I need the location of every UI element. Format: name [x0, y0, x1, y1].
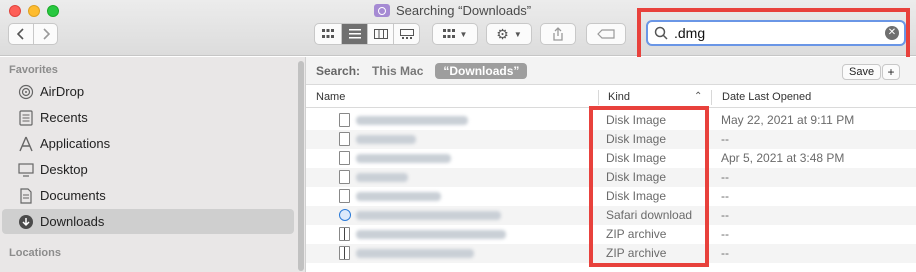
date-cell: -- [721, 227, 729, 241]
group-by-button[interactable]: ▼ [432, 23, 478, 45]
sidebar-item-label: Downloads [40, 214, 105, 229]
tag-icon [597, 29, 615, 39]
sidebar-item-downloads[interactable]: Downloads [2, 209, 294, 234]
date-cell: Apr 5, 2021 at 3:48 PM [721, 151, 845, 165]
sidebar-scrollbar[interactable] [298, 61, 304, 271]
blurred-filename [356, 230, 506, 239]
chevron-down-icon: ▼ [513, 29, 522, 39]
grid-icon [442, 29, 455, 38]
sidebar: Favorites AirDrop Recents Applications D… [0, 57, 306, 272]
downloads-icon [18, 214, 34, 230]
safari-download-icon [339, 209, 351, 221]
gallery-icon [399, 29, 414, 39]
scope-label: Search: [316, 63, 361, 78]
back-button[interactable] [9, 24, 33, 44]
list-icon [348, 29, 361, 39]
sidebar-item-label: Recents [40, 110, 88, 125]
gallery-view-button[interactable] [393, 24, 419, 44]
disk-image-icon [339, 151, 350, 165]
blurred-filename [356, 173, 408, 182]
favorites-header: Favorites [9, 64, 58, 76]
blurred-filename [356, 192, 441, 201]
recents-icon [18, 109, 34, 126]
column-header-row: Name Kind ⌃ Date Last Opened [306, 87, 916, 108]
blurred-filename [356, 116, 468, 125]
search-scope-bar: Search: This Mac “Downloads” [306, 57, 916, 85]
date-cell: -- [721, 189, 729, 203]
date-cell: May 22, 2021 at 9:11 PM [721, 113, 855, 127]
zip-archive-icon [339, 246, 350, 260]
list-view-button[interactable] [341, 24, 367, 44]
grid-icon [322, 29, 334, 38]
date-cell: -- [721, 246, 729, 260]
chevron-right-icon [42, 28, 50, 40]
sidebar-item-label: Documents [40, 188, 106, 203]
window-title-text: Searching “Downloads” [396, 3, 532, 18]
add-criteria-button[interactable]: + [882, 64, 900, 80]
column-view-button[interactable] [367, 24, 393, 44]
disk-image-icon [339, 189, 350, 203]
disk-image-icon [339, 132, 350, 146]
column-date-last-opened[interactable]: Date Last Opened [722, 91, 811, 103]
zip-archive-icon [339, 227, 350, 241]
date-cell: -- [721, 208, 729, 222]
applications-icon [18, 136, 34, 152]
sidebar-item-label: AirDrop [40, 84, 85, 99]
blurred-filename [356, 154, 451, 163]
blurred-filename [356, 135, 416, 144]
airdrop-icon [18, 84, 34, 100]
sidebar-item-recents[interactable]: Recents [2, 105, 294, 130]
locations-header: Locations [9, 247, 61, 259]
blurred-filename [356, 211, 501, 220]
kind-column-highlight-box [589, 106, 709, 267]
column-kind[interactable]: Kind [608, 91, 630, 103]
smart-folder-icon [374, 4, 390, 17]
scope-downloads[interactable]: “Downloads” [435, 62, 528, 79]
gear-icon: ⚙ [496, 25, 509, 42]
sidebar-item-label: Applications [40, 136, 111, 151]
close-window-button[interactable] [9, 5, 21, 17]
desktop-icon [18, 162, 34, 178]
chevron-down-icon: ▼ [459, 29, 468, 39]
tags-button[interactable] [586, 23, 626, 45]
share-icon [553, 27, 563, 41]
blurred-filename [356, 249, 474, 258]
column-divider[interactable] [598, 90, 599, 105]
forward-button[interactable] [33, 24, 57, 44]
window-title: Searching “Downloads” [374, 3, 531, 18]
share-button[interactable] [540, 23, 576, 45]
view-mode-group [314, 23, 420, 45]
action-menu-button[interactable]: ⚙ ▼ [486, 23, 532, 45]
disk-image-icon [339, 113, 350, 127]
column-name[interactable]: Name [316, 91, 345, 103]
sidebar-item-desktop[interactable]: Desktop [2, 157, 294, 182]
columns-icon [373, 29, 388, 39]
sort-ascending-icon: ⌃ [694, 91, 703, 102]
column-divider[interactable] [711, 90, 712, 105]
disk-image-icon [339, 170, 350, 184]
chevron-left-icon [17, 28, 24, 40]
back-forward-group [8, 23, 58, 45]
documents-icon [18, 187, 34, 204]
sidebar-item-airdrop[interactable]: AirDrop [2, 79, 294, 104]
date-cell: -- [721, 170, 729, 184]
sidebar-item-applications[interactable]: Applications [2, 131, 294, 156]
search-highlight-box [637, 8, 910, 62]
sidebar-item-documents[interactable]: Documents [2, 183, 294, 208]
zoom-window-button[interactable] [47, 5, 59, 17]
minimize-window-button[interactable] [28, 5, 40, 17]
date-cell: -- [721, 132, 729, 146]
scope-this-mac[interactable]: This Mac [372, 64, 423, 78]
save-search-button[interactable]: Save [842, 64, 882, 80]
icon-view-button[interactable] [315, 24, 341, 44]
sidebar-item-label: Desktop [40, 162, 88, 177]
